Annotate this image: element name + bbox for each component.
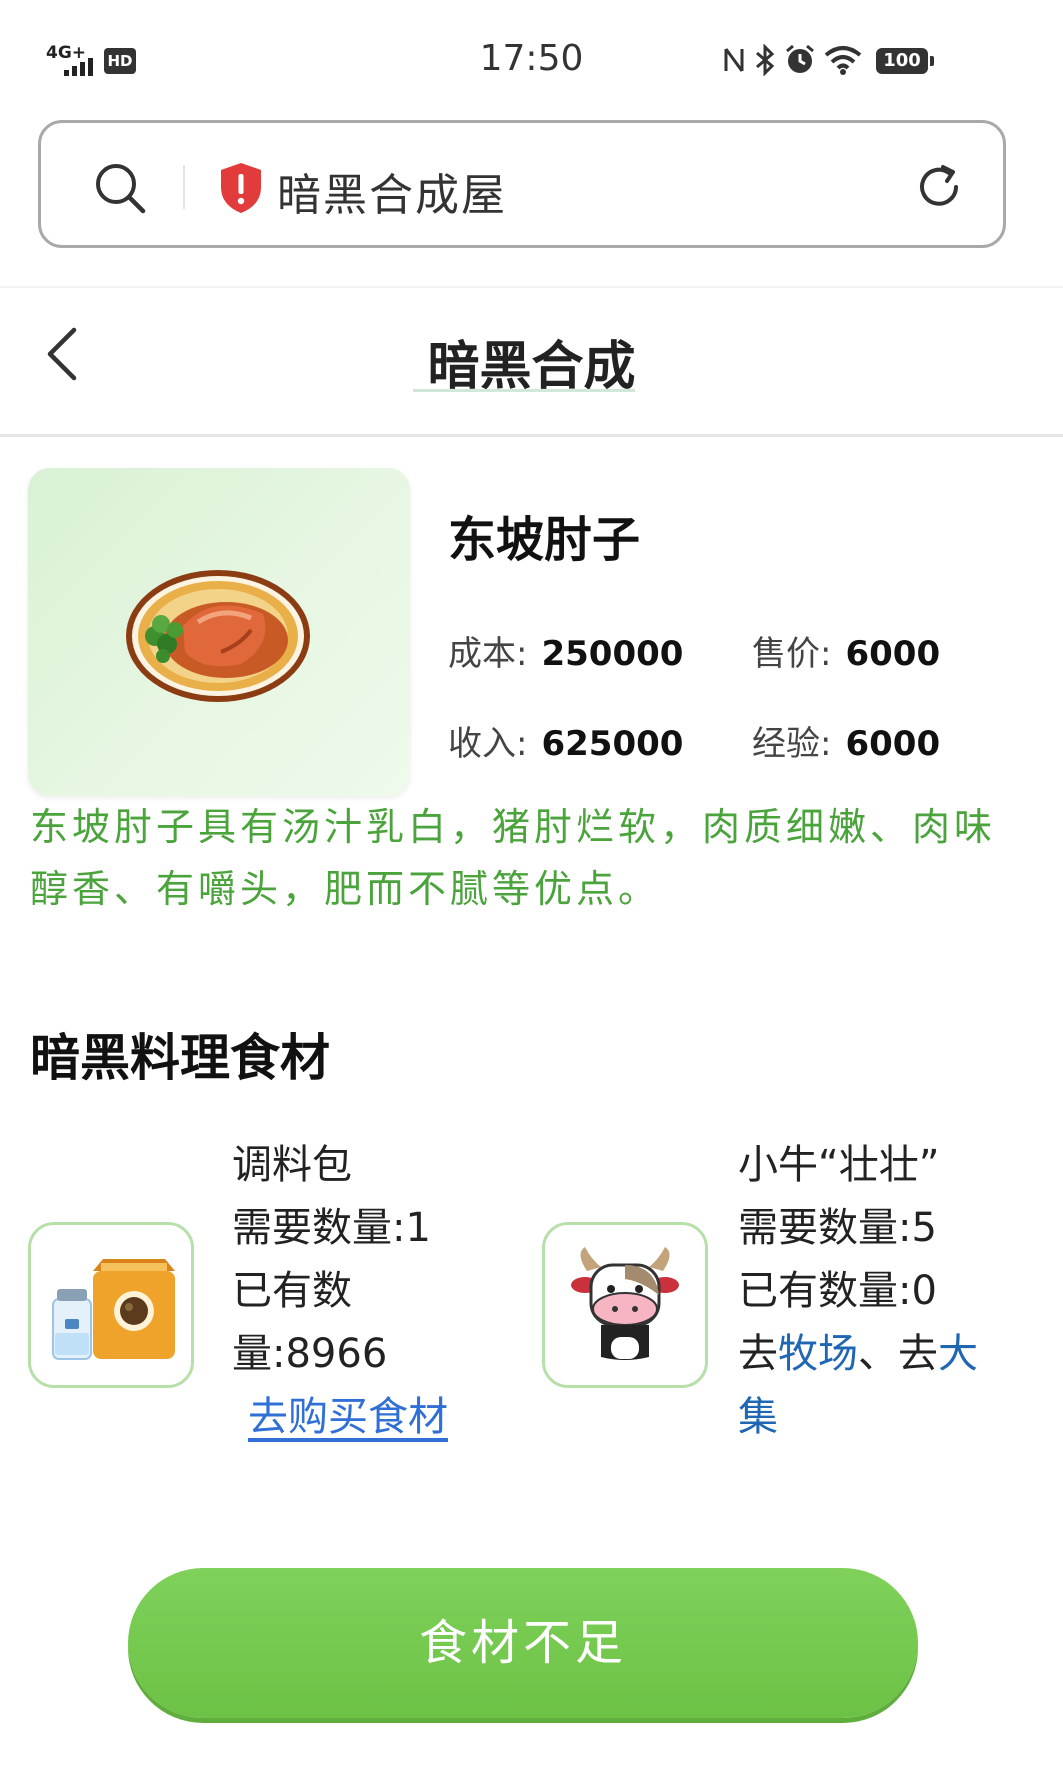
ingredient-seasoning-icon[interactable] [28,1222,194,1388]
ingredient-have: 已有数量:0 [738,1268,937,1314]
ingredient-have-line1: 已有数 [232,1268,352,1314]
ingredient-name: 小牛“壮壮” [738,1142,940,1188]
dish-description: 东坡肘子具有汤汁乳白，猪肘烂软，肉质细嫩、肉味醇香、有嚼头，肥而不腻等优点。 [30,805,997,911]
ingredients-section-title: 暗黑料理食材 [30,1029,330,1087]
status-bar: 4G+ HD 17:50 100 [0,0,1063,110]
dish-plate-icon [126,570,310,702]
ingredient-need: 需要数量:1 [232,1205,431,1251]
ingredient-need: 需要数量:5 [738,1205,937,1251]
stat-price: 售价: 6000 [752,626,940,675]
seasoning-pack-icon [52,1259,175,1360]
cost-value: 250000 [541,634,684,674]
stat-experience: 经验: 6000 [752,716,940,765]
ingredient-calf-icon[interactable] [542,1222,708,1388]
divider [0,286,1063,288]
market-link-cont[interactable]: 集 [738,1394,778,1440]
price-value: 6000 [845,634,941,674]
cow-icon [571,1247,679,1360]
income-value: 625000 [541,724,684,764]
ingredient-seasoning-info: 调料包 需要数量:1 已有数 量:8966 去购买食材 [232,1134,472,1449]
price-label: 售价: [752,634,832,674]
income-label: 收入: [448,724,528,764]
experience-label: 经验: [752,724,832,764]
nfc-icon [724,48,744,72]
stat-cost: 成本: 250000 [448,626,683,675]
bluetooth-icon [756,44,775,76]
stat-income: 收入: 625000 [448,716,683,765]
title-underline [413,389,635,392]
shield-icon[interactable] [217,161,265,215]
go-prefix: 去 [738,1331,778,1377]
divider [0,434,1063,437]
market-link[interactable]: 大 [938,1331,978,1377]
alarm-icon [786,44,814,73]
dish-image [28,468,410,796]
ingredient-name: 调料包 [232,1142,352,1188]
search-icon[interactable] [93,161,147,215]
buy-ingredient-link[interactable]: 去购买食材 [248,1394,448,1440]
address-divider [183,165,185,209]
insufficient-ingredients-button[interactable]: 食材不足 [128,1568,918,1718]
address-bar[interactable]: 暗黑合成屋 [38,120,1006,248]
ranch-link[interactable]: 牧场 [778,1331,858,1377]
go-separator: 、去 [858,1331,938,1377]
wifi-icon [824,46,862,75]
cost-label: 成本: [448,634,528,674]
battery-icon: 100 [876,48,934,74]
experience-value: 6000 [845,724,941,764]
ingredient-have-line2: 量:8966 [232,1331,388,1377]
ingredient-calf-info: 小牛“壮壮” 需要数量:5 已有数量:0 去牧场、去大 集 [738,1134,1028,1449]
page-title: 暗黑合成 [427,337,636,397]
dish-name: 东坡肘子 [448,512,641,568]
reload-icon[interactable] [913,161,965,213]
site-title[interactable]: 暗黑合成屋 [277,159,507,223]
